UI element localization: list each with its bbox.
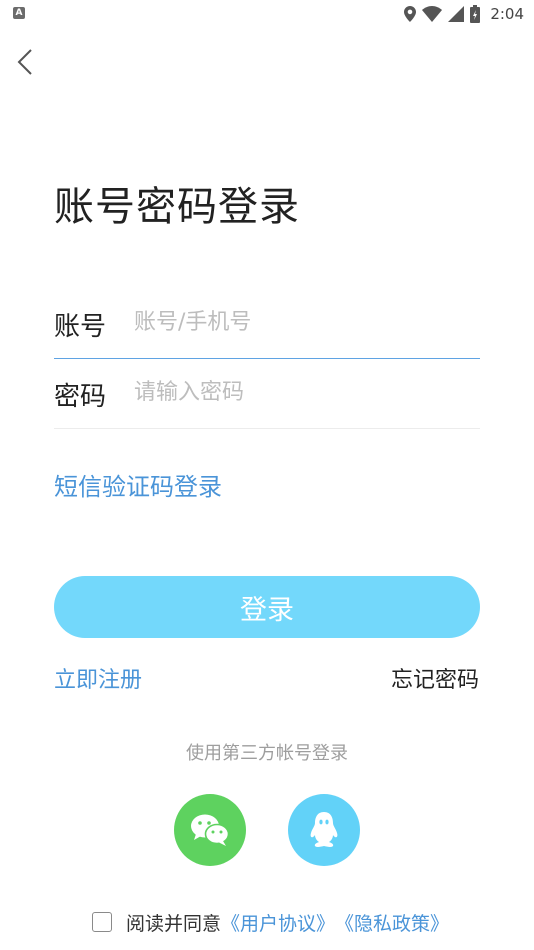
agreement-row: 阅读并同意 《用户协议》 《隐私政策》: [92, 909, 449, 935]
page-title: 账号密码登录: [54, 184, 300, 230]
wechat-icon: [191, 814, 230, 846]
account-row: 账号: [54, 288, 480, 359]
privacy-policy-link[interactable]: 《隐私政策》: [335, 909, 449, 936]
login-button-label: 登录: [240, 594, 294, 626]
battery-icon: [470, 5, 481, 23]
qq-icon: [310, 812, 338, 847]
location-icon: [404, 6, 417, 22]
clock: 2:04: [490, 5, 524, 23]
account-input[interactable]: [134, 304, 474, 340]
back-button[interactable]: [10, 46, 40, 78]
signal-icon: [448, 6, 465, 22]
wifi-icon: [422, 6, 443, 22]
password-input[interactable]: [134, 374, 474, 410]
login-button[interactable]: 登录: [54, 576, 480, 638]
sms-login-link[interactable]: 短信验证码登录: [54, 467, 222, 502]
qq-login-button[interactable]: [288, 794, 360, 866]
agreement-checkbox[interactable]: [92, 912, 112, 932]
status-bar: A 2:04: [0, 0, 534, 28]
chevron-left-icon: [17, 49, 32, 75]
forgot-password-link[interactable]: 忘记密码: [391, 662, 479, 694]
notification-icon: A: [13, 7, 25, 19]
wechat-login-button[interactable]: [174, 794, 246, 866]
third-party-label: 使用第三方帐号登录: [186, 743, 348, 764]
status-icons: 2:04: [404, 3, 524, 25]
user-agreement-link[interactable]: 《用户协议》: [221, 909, 335, 936]
password-row: 密码: [54, 358, 480, 429]
account-label: 账号: [54, 312, 107, 342]
password-label: 密码: [54, 382, 107, 412]
register-link[interactable]: 立即注册: [54, 662, 142, 694]
agreement-text: 阅读并同意: [126, 912, 222, 935]
